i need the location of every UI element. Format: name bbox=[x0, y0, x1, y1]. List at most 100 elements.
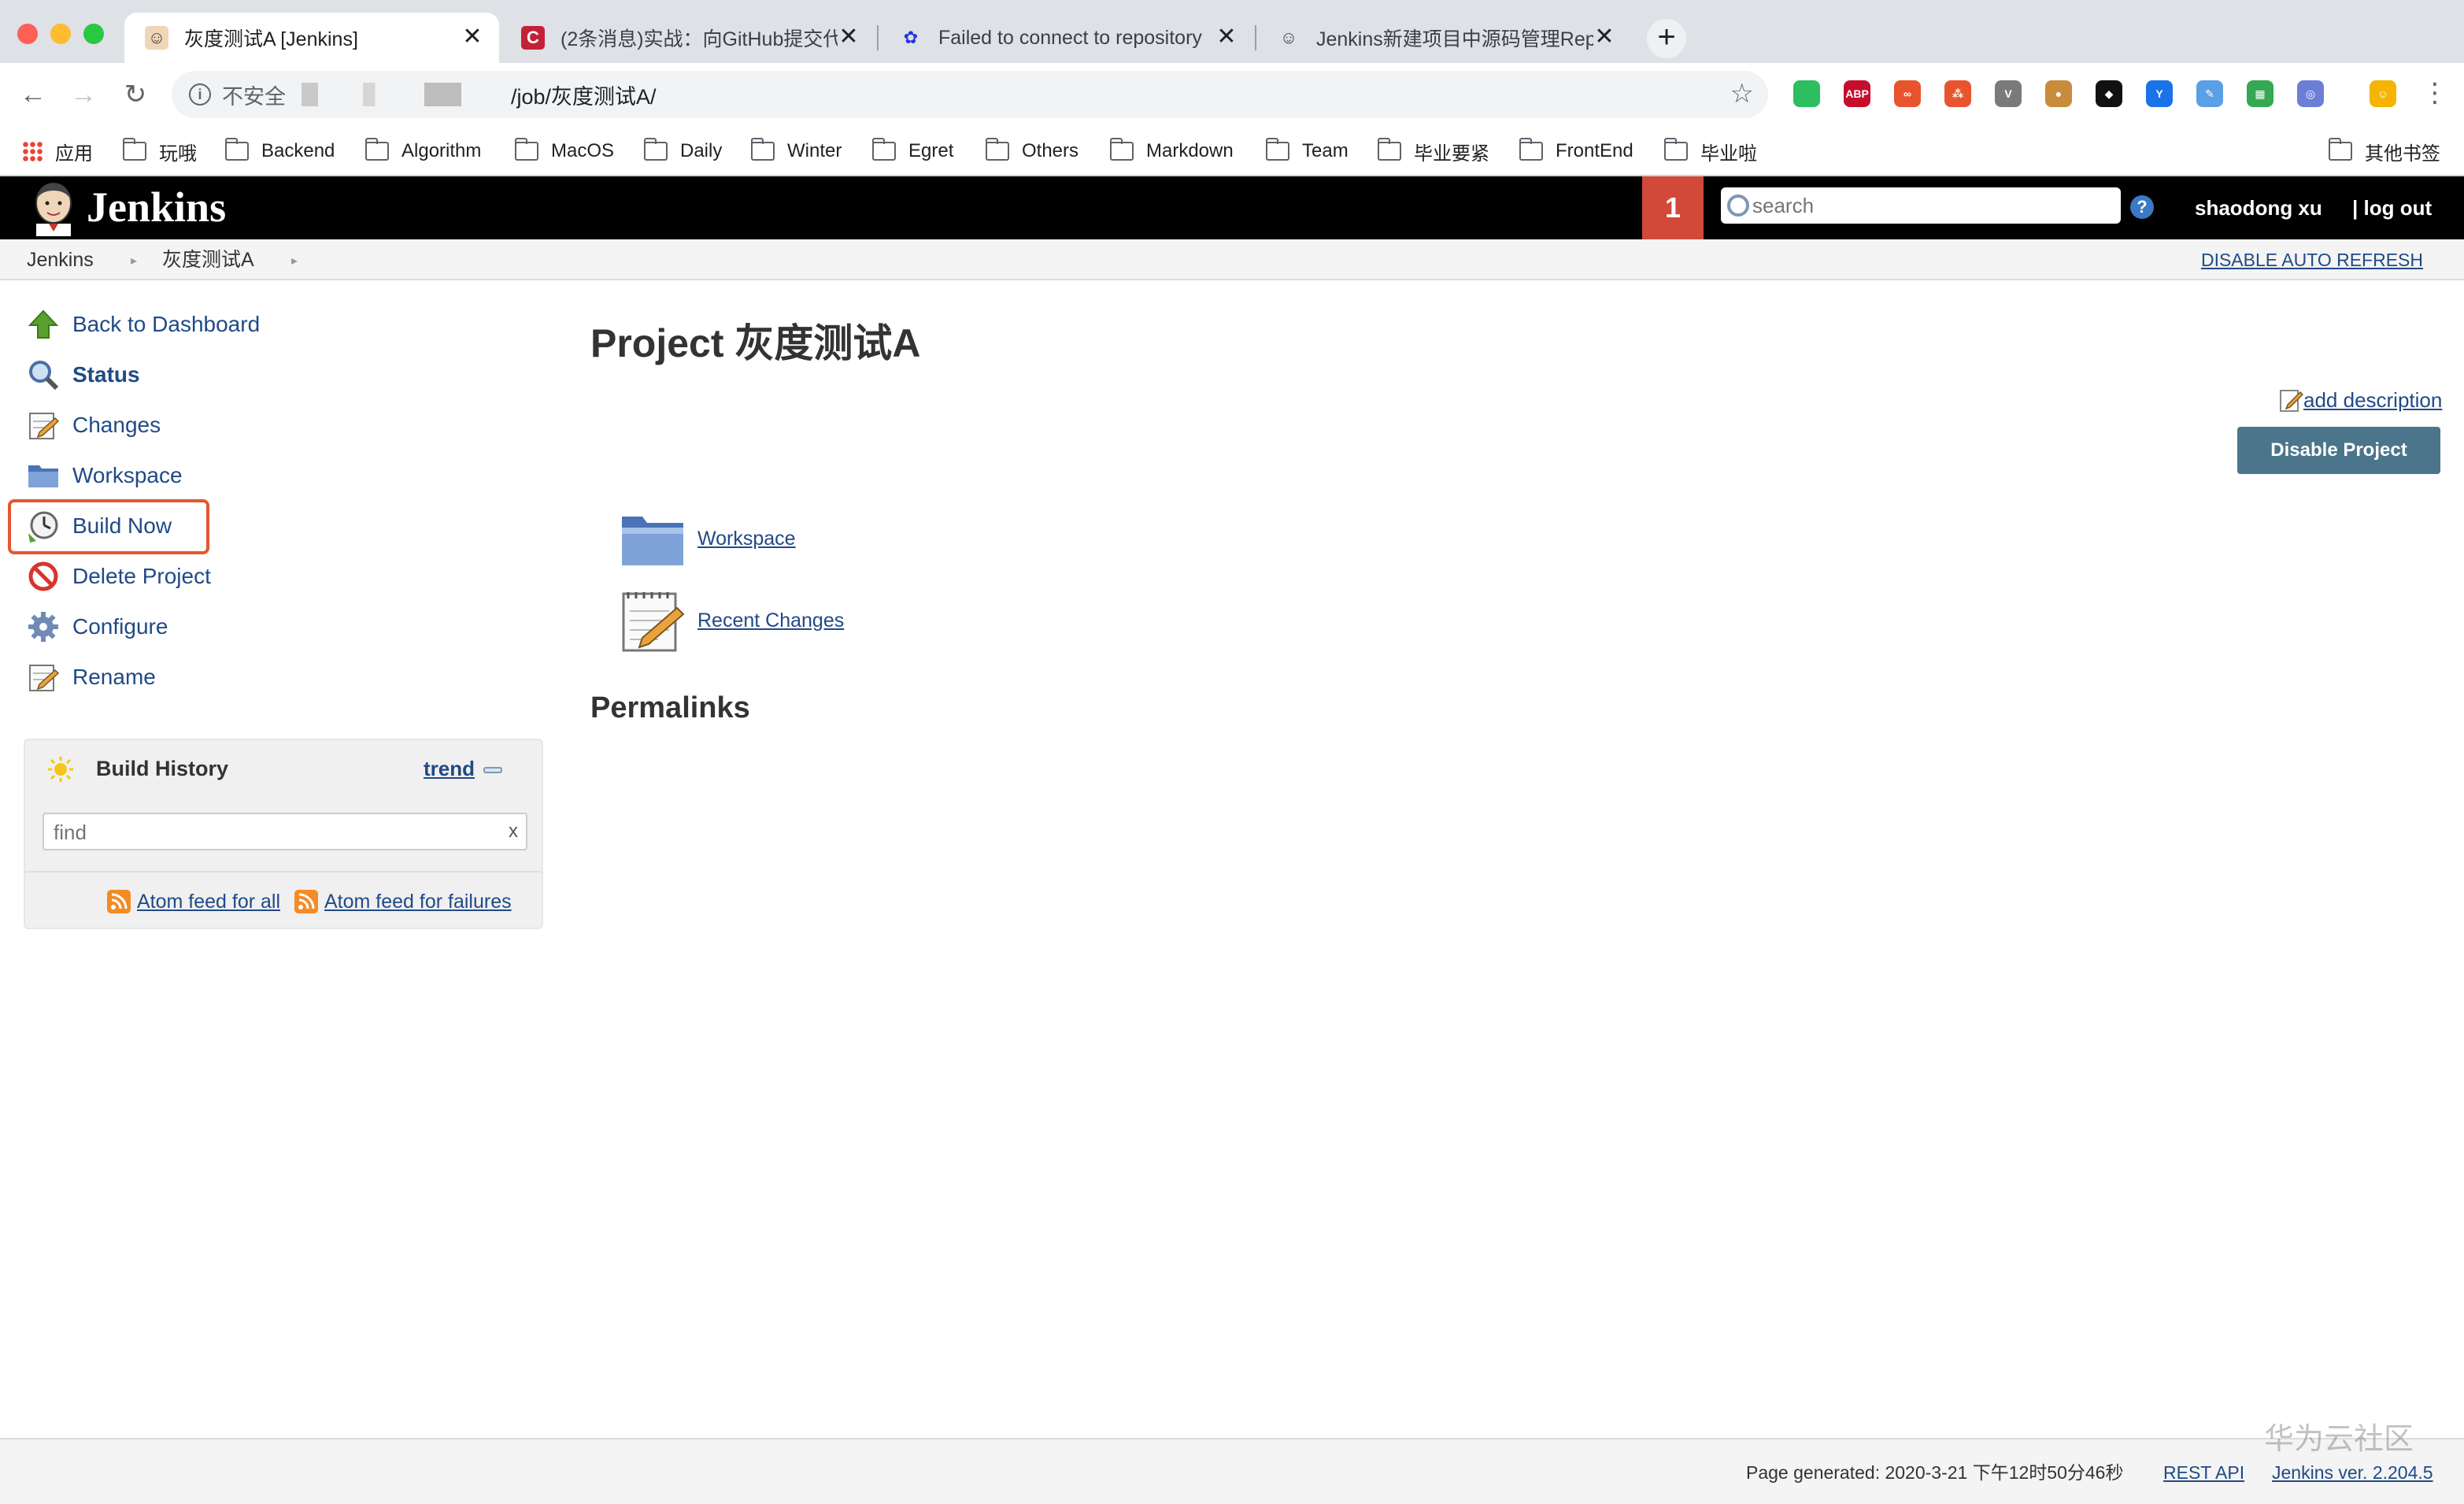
task-status[interactable]: Status bbox=[27, 356, 140, 394]
bookmark-item[interactable]: Markdown bbox=[1110, 137, 1234, 165]
infinity-icon[interactable]: ∞ bbox=[1894, 80, 1921, 107]
build-history-header: Build History trend bbox=[25, 740, 542, 797]
task-rename[interactable]: Rename bbox=[27, 658, 156, 696]
atom-feed-all-link[interactable]: Atom feed for all bbox=[107, 890, 280, 913]
jenkins-icon: ☺ bbox=[145, 26, 168, 50]
bookmark-item[interactable]: Daily bbox=[644, 137, 722, 165]
build-filter-field[interactable]: x bbox=[43, 813, 527, 850]
collapse-icon[interactable] bbox=[483, 767, 502, 773]
jenkins-version-link[interactable]: Jenkins ver. 2.204.5 bbox=[2272, 1460, 2433, 1485]
atom-feed-failures-link[interactable]: Atom feed for failures bbox=[294, 890, 512, 913]
task-workspace[interactable]: Workspace bbox=[27, 457, 183, 495]
bookmark-label: 毕业啦 bbox=[1700, 143, 1757, 165]
browser-tab[interactable]: ☺ Jenkins新建项目中源码管理Rep ✕ bbox=[1256, 13, 1631, 63]
breadcrumb-jenkins[interactable]: Jenkins bbox=[27, 247, 94, 272]
folder-icon bbox=[1664, 138, 1688, 161]
new-tab-button[interactable]: + bbox=[1647, 19, 1686, 58]
folder-icon bbox=[622, 517, 683, 565]
folder-icon bbox=[27, 459, 60, 492]
recent-changes-link[interactable]: Recent Changes bbox=[619, 589, 844, 652]
bookmark-item[interactable]: Algorithm bbox=[365, 137, 481, 165]
pen-icon[interactable]: ✎ bbox=[2196, 80, 2223, 107]
folder-icon bbox=[1378, 138, 1401, 161]
tab-title: (2条消息)实战：向GitHub提交代 bbox=[561, 28, 838, 50]
bookmark-item[interactable]: Backend bbox=[225, 137, 335, 165]
evernote-icon[interactable] bbox=[1793, 80, 1820, 107]
rss-icon bbox=[107, 890, 131, 913]
breadcrumb-arrow-icon[interactable]: ▸ bbox=[291, 249, 298, 274]
bookmark-item[interactable]: 毕业要紧 bbox=[1378, 137, 1489, 165]
page-title: Project 灰度测试A bbox=[590, 321, 921, 365]
other-bookmarks-label: 其他书签 bbox=[2365, 143, 2440, 165]
breadcrumb-arrow-icon[interactable]: ▸ bbox=[131, 249, 137, 274]
bookmark-star-icon[interactable]: ☆ bbox=[1730, 80, 1754, 107]
task-configure[interactable]: Configure bbox=[27, 608, 168, 646]
build-filter-input[interactable] bbox=[54, 821, 494, 845]
adblock-plus-icon[interactable]: ABP bbox=[1844, 80, 1870, 107]
y-icon[interactable]: Y bbox=[2146, 80, 2173, 107]
folder-icon bbox=[751, 138, 775, 161]
permalinks-heading: Permalinks bbox=[590, 691, 750, 724]
folder-icon bbox=[1266, 138, 1289, 161]
emoji-icon[interactable]: ☺ bbox=[2370, 80, 2396, 107]
tab-close-icon[interactable]: ✕ bbox=[838, 25, 860, 49]
reload-icon[interactable]: ↻ bbox=[120, 79, 151, 110]
jenkins-search[interactable] bbox=[1721, 187, 2121, 224]
task-back-to-dashboard[interactable]: Back to Dashboard bbox=[27, 306, 260, 343]
disable-project-button[interactable]: Disable Project bbox=[2237, 427, 2440, 474]
bookmark-item[interactable]: 毕业啦 bbox=[1664, 137, 1757, 165]
bookmark-label: MacOS bbox=[551, 140, 615, 161]
bookmark-item[interactable]: Others bbox=[986, 137, 1078, 165]
user-link[interactable]: shaodong xu bbox=[2195, 194, 2322, 222]
search-input[interactable] bbox=[1752, 193, 2099, 218]
logout-link[interactable]: | log out bbox=[2352, 194, 2432, 222]
add-description-link[interactable]: add description bbox=[2278, 387, 2442, 413]
bookmark-item[interactable]: MacOS bbox=[515, 137, 614, 165]
graph-icon[interactable]: ⁂ bbox=[1944, 80, 1971, 107]
breadcrumb: Jenkins ▸ 灰度测试A ▸ DISABLE AUTO REFRESH bbox=[0, 239, 2464, 280]
multicolor-icon[interactable]: ▦ bbox=[2247, 80, 2273, 107]
bookmark-item[interactable]: 应用 bbox=[22, 137, 93, 165]
address-bar[interactable]: i 不安全 /job/灰度测试A/ ☆ bbox=[172, 71, 1768, 118]
atom-feed-failures-label: Atom feed for failures bbox=[324, 890, 512, 913]
window-close-button[interactable] bbox=[17, 24, 38, 44]
cookie-icon[interactable]: ● bbox=[2045, 80, 2072, 107]
browser-toolbar: ← → ↻ i 不安全 /job/灰度测试A/ ☆ bbox=[0, 63, 2464, 126]
bookmark-item[interactable]: Winter bbox=[751, 137, 842, 165]
folder-icon bbox=[872, 138, 896, 161]
help-icon[interactable]: ? bbox=[2130, 195, 2154, 219]
forward-arrow-icon[interactable]: → bbox=[68, 79, 99, 110]
browser-tab[interactable]: ✿ Failed to connect to repository ✕ bbox=[879, 13, 1253, 63]
browser-menu-icon[interactable]: ⋮ bbox=[2421, 77, 2448, 109]
tab-close-icon[interactable]: ✕ bbox=[461, 25, 483, 49]
browser-tab-active[interactable]: ☺ 灰度测试A [Jenkins] ✕ bbox=[124, 13, 499, 63]
bookmark-item[interactable]: Egret bbox=[872, 137, 953, 165]
bookmark-item[interactable]: Team bbox=[1266, 137, 1349, 165]
bookmark-item[interactable]: 玩哦 bbox=[123, 137, 197, 165]
openai-icon[interactable]: ◎ bbox=[2297, 80, 2324, 107]
task-changes[interactable]: Changes bbox=[27, 406, 161, 444]
rest-api-link[interactable]: REST API bbox=[2163, 1460, 2244, 1485]
browser-tab[interactable]: C (2条消息)实战：向GitHub提交代 ✕ bbox=[501, 13, 875, 63]
task-delete-project[interactable]: Delete Project bbox=[27, 558, 211, 595]
window-zoom-button[interactable] bbox=[83, 24, 104, 44]
tab-close-icon[interactable]: ✕ bbox=[1593, 25, 1615, 49]
back-arrow-icon[interactable]: ← bbox=[17, 79, 49, 110]
url-path: /job/灰度测试A/ bbox=[511, 84, 657, 109]
bookmark-item[interactable]: FrontEnd bbox=[1519, 137, 1633, 165]
git-icon[interactable]: ◆ bbox=[2096, 80, 2122, 107]
clear-filter-icon[interactable]: x bbox=[509, 821, 518, 843]
tab-close-icon[interactable]: ✕ bbox=[1215, 25, 1238, 49]
info-icon[interactable]: i bbox=[189, 83, 211, 106]
no-entry-icon bbox=[27, 560, 60, 593]
notification-badge[interactable]: 1 bbox=[1642, 176, 1704, 239]
window-minimize-button[interactable] bbox=[50, 24, 71, 44]
trend-link[interactable]: trend bbox=[424, 754, 475, 783]
jenkins-brand[interactable]: Jenkins bbox=[87, 180, 226, 235]
workspace-link[interactable]: Workspace bbox=[619, 507, 796, 570]
breadcrumb-project[interactable]: 灰度测试A bbox=[162, 247, 254, 272]
vue-devtools-icon[interactable]: V bbox=[1995, 80, 2022, 107]
other-bookmarks[interactable]: 其他书签 bbox=[2329, 137, 2440, 165]
jenkins-logo-icon[interactable] bbox=[28, 180, 79, 236]
disable-auto-refresh-link[interactable]: DISABLE AUTO REFRESH bbox=[2201, 247, 2423, 272]
